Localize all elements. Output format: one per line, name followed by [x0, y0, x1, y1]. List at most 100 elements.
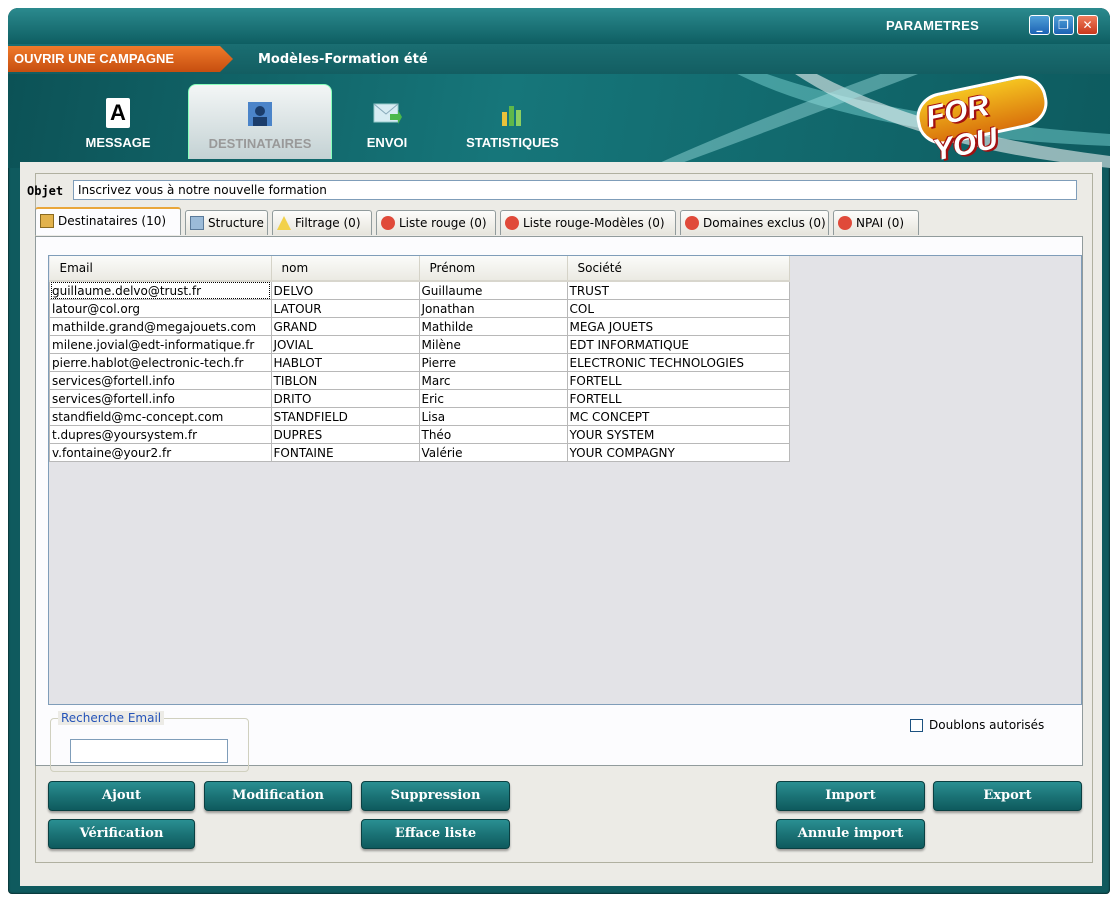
cell-email[interactable]: services@fortell.info: [49, 371, 272, 390]
cell-prenom[interactable]: Guillaume: [418, 280, 568, 300]
delete-button[interactable]: Suppression: [361, 781, 510, 811]
restore-button[interactable]: ❐: [1053, 15, 1074, 35]
cell-email[interactable]: services@fortell.info: [49, 389, 272, 408]
cell-societe[interactable]: YOUR COMPAGNY: [566, 443, 790, 462]
main-panel-footer: [20, 862, 1102, 886]
cell-societe[interactable]: TRUST: [566, 280, 790, 300]
cell-prenom[interactable]: Eric: [418, 389, 568, 408]
cell-prenom[interactable]: Mathilde: [418, 317, 568, 336]
subtab-destinataires[interactable]: Destinataires (10): [35, 207, 181, 235]
table-row[interactable]: t.dupres@yoursystem.fr DUPRES Théo YOUR SYS…: [49, 425, 790, 444]
cell-nom[interactable]: LATOUR: [270, 299, 420, 318]
column-header-nom[interactable]: nom: [271, 256, 420, 282]
cell-nom[interactable]: TIBLON: [270, 371, 420, 390]
tab-message[interactable]: A MESSAGE: [78, 84, 158, 158]
table-row[interactable]: guillaume.delvo@trust.fr DELVO Guillaume TR…: [49, 280, 790, 300]
modify-button[interactable]: Modification: [204, 781, 352, 811]
table-row[interactable]: pierre.hablot@electronic-tech.fr HABLOT Pi…: [49, 353, 790, 372]
cell-societe[interactable]: COL: [566, 299, 790, 318]
search-legend: Recherche Email: [58, 711, 165, 725]
tab-statistiques[interactable]: STATISTIQUES: [455, 84, 570, 158]
cell-nom[interactable]: HABLOT: [270, 353, 420, 372]
cell-societe[interactable]: ELECTRONIC TECHNOLOGIES: [566, 353, 790, 372]
column-header-societe[interactable]: Société: [567, 256, 790, 282]
cell-prenom[interactable]: Théo: [418, 425, 568, 444]
subtab-liste-rouge-modeles-label: Liste rouge-Modèles (0): [523, 216, 665, 230]
cell-email[interactable]: pierre.hablot@electronic-tech.fr: [49, 353, 272, 372]
contacts-icon: [40, 214, 54, 228]
subject-input[interactable]: Inscrivez vous à notre nouvelle formatio…: [73, 180, 1077, 200]
subject-label: Objet: [27, 184, 64, 198]
import-button[interactable]: Import: [776, 781, 925, 811]
cell-societe[interactable]: FORTELL: [566, 389, 790, 408]
cell-email[interactable]: t.dupres@yoursystem.fr: [49, 425, 272, 444]
duplicates-label: Doublons autorisés: [929, 718, 1045, 732]
cell-nom[interactable]: DELVO: [270, 280, 420, 300]
column-header-prenom[interactable]: Prénom: [419, 256, 568, 282]
subtab-liste-rouge-modeles[interactable]: Liste rouge-Modèles (0): [500, 210, 676, 235]
cell-nom[interactable]: STANDFIELD: [270, 407, 420, 426]
table-row[interactable]: mathilde.grand@megajouets.com GRAND Mathil…: [49, 317, 790, 336]
cell-email[interactable]: v.fontaine@your2.fr: [49, 443, 272, 462]
cell-prenom[interactable]: Milène: [418, 335, 568, 354]
letter-a-icon: A: [106, 98, 130, 128]
subtab-liste-rouge[interactable]: Liste rouge (0): [376, 210, 496, 235]
table-row[interactable]: milene.jovial@edt-informatique.fr JOVIAL M…: [49, 335, 790, 354]
open-campaign-button[interactable]: OUVRIR UNE CAMPAGNE: [8, 46, 233, 72]
tab-statistiques-label: STATISTIQUES: [466, 135, 559, 150]
cancel-import-button[interactable]: Annule import: [776, 819, 925, 849]
cell-societe[interactable]: MC CONCEPT: [566, 407, 790, 426]
cell-nom[interactable]: GRAND: [270, 317, 420, 336]
warning-filter-icon: [277, 216, 291, 230]
table-row[interactable]: services@fortell.info TIBLON Marc FORTELL: [49, 371, 790, 390]
export-button[interactable]: Export: [933, 781, 1082, 811]
minimize-button[interactable]: _: [1029, 15, 1050, 35]
cell-societe[interactable]: EDT INFORMATIQUE: [566, 335, 790, 354]
column-header-email[interactable]: Email: [49, 256, 272, 282]
cell-societe[interactable]: YOUR SYSTEM: [566, 425, 790, 444]
blocked-list-icon: [505, 216, 519, 230]
bar-chart-icon: [501, 106, 521, 126]
campaign-name: Modèles-Formation été: [258, 52, 428, 67]
table-row[interactable]: v.fontaine@your2.fr FONTAINE Valérie YOUR C…: [49, 443, 790, 462]
cell-prenom[interactable]: Lisa: [418, 407, 568, 426]
cell-nom[interactable]: FONTAINE: [270, 443, 420, 462]
tab-envoi[interactable]: ENVOI: [357, 84, 417, 158]
search-email-input[interactable]: [70, 739, 228, 763]
cell-email[interactable]: guillaume.delvo@trust.fr: [49, 280, 272, 300]
cell-prenom[interactable]: Pierre: [418, 353, 568, 372]
tab-envoi-label: ENVOI: [366, 135, 408, 150]
send-envelope-icon: [373, 103, 402, 124]
cell-email[interactable]: milene.jovial@edt-informatique.fr: [49, 335, 272, 354]
cell-email[interactable]: latour@col.org: [49, 299, 272, 318]
table-row[interactable]: services@fortell.info DRITO Eric FORTELL: [49, 389, 790, 408]
cell-prenom[interactable]: Marc: [418, 371, 568, 390]
recipients-icon: [248, 102, 272, 126]
subtab-filtrage[interactable]: Filtrage (0): [272, 210, 372, 235]
cell-email[interactable]: mathilde.grand@megajouets.com: [49, 317, 272, 336]
table-row[interactable]: latour@col.org LATOUR Jonathan COL: [49, 299, 790, 318]
cell-prenom[interactable]: Valérie: [418, 443, 568, 462]
tab-destinataires[interactable]: DESTINATAIRES: [188, 84, 332, 159]
add-button[interactable]: Ajout: [48, 781, 195, 811]
verify-button[interactable]: Vérification: [48, 819, 195, 849]
subtab-domaines-exclus[interactable]: Domaines exclus (0): [680, 210, 829, 235]
subtab-structure[interactable]: Structure: [185, 210, 268, 235]
cell-nom[interactable]: JOVIAL: [270, 335, 420, 354]
clear-list-button[interactable]: Efface liste: [361, 819, 510, 849]
cell-societe[interactable]: FORTELL: [566, 371, 790, 390]
cell-societe[interactable]: MEGA JOUETS: [566, 317, 790, 336]
subtab-structure-label: Structure: [208, 216, 264, 230]
duplicates-checkbox[interactable]: [910, 719, 923, 732]
cell-email[interactable]: standfield@mc-concept.com: [49, 407, 272, 426]
cell-nom[interactable]: DUPRES: [270, 425, 420, 444]
cell-prenom[interactable]: Jonathan: [418, 299, 568, 318]
tab-message-label: MESSAGE: [85, 135, 151, 150]
subtab-npai[interactable]: NPAI (0): [833, 210, 919, 235]
structure-icon: [190, 216, 204, 230]
table-row[interactable]: standfield@mc-concept.com STANDFIELD Lisa M…: [49, 407, 790, 426]
close-button[interactable]: ✕: [1077, 15, 1098, 35]
table-header-row: Email nom Prénom Société: [49, 256, 790, 282]
parametres-link[interactable]: PARAMETRES: [886, 18, 979, 33]
cell-nom[interactable]: DRITO: [270, 389, 420, 408]
